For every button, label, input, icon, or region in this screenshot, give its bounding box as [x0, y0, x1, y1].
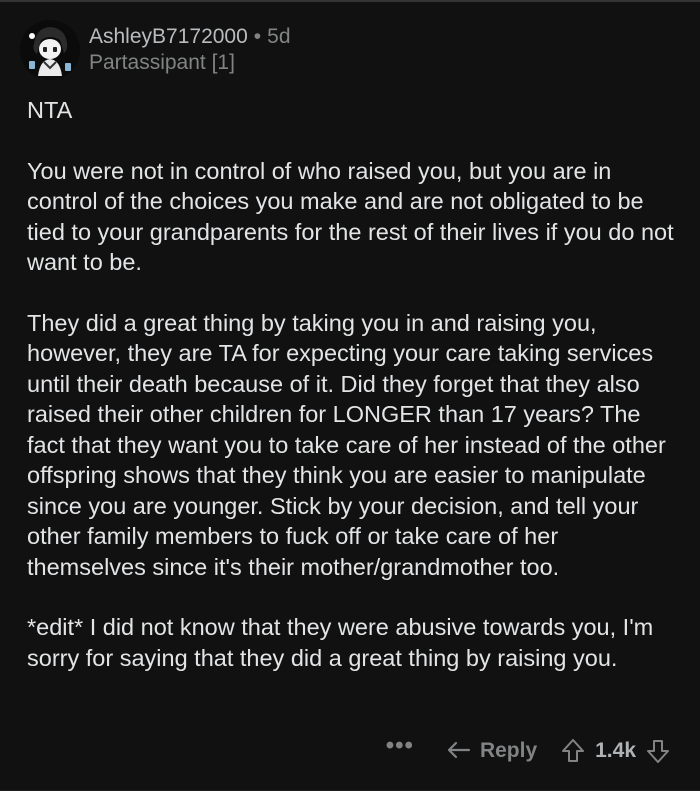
comment-header: AshleyB7172000 • 5d Partassipant [1]: [20, 20, 291, 80]
comment-paragraph: They did a great thing by taking you in …: [27, 309, 666, 580]
comment-paragraph: *edit* I did not know that they were abu…: [27, 614, 654, 671]
reply-arrow-icon: [447, 741, 471, 759]
meta-separator: •: [253, 25, 262, 48]
downvote-arrow-icon[interactable]: [646, 738, 670, 764]
comment-card: AshleyB7172000 • 5d Partassipant [1] NTA…: [0, 0, 700, 791]
user-avatar[interactable]: [20, 20, 80, 80]
more-options-button[interactable]: •••: [386, 734, 414, 758]
anime-avatar-icon: [20, 20, 80, 80]
vote-controls: 1.4k: [561, 738, 670, 764]
username-link[interactable]: AshleyB7172000: [89, 24, 248, 50]
comment-meta: AshleyB7172000 • 5d Partassipant [1]: [89, 24, 291, 76]
comment-paragraph: You were not in control of who raised yo…: [27, 157, 674, 276]
comment-age: 5d: [267, 25, 291, 48]
upvote-arrow-icon[interactable]: [561, 738, 585, 764]
comment-paragraph: NTA: [27, 97, 73, 123]
comment-body: NTA You were not in control of who raise…: [27, 95, 677, 673]
comment-actions: ••• Reply 1.4k: [386, 734, 670, 764]
reply-label: Reply: [479, 739, 538, 762]
user-flair: Partassipant [1]: [89, 51, 235, 74]
vote-score: 1.4k: [595, 739, 636, 762]
reply-button[interactable]: Reply: [446, 739, 537, 763]
